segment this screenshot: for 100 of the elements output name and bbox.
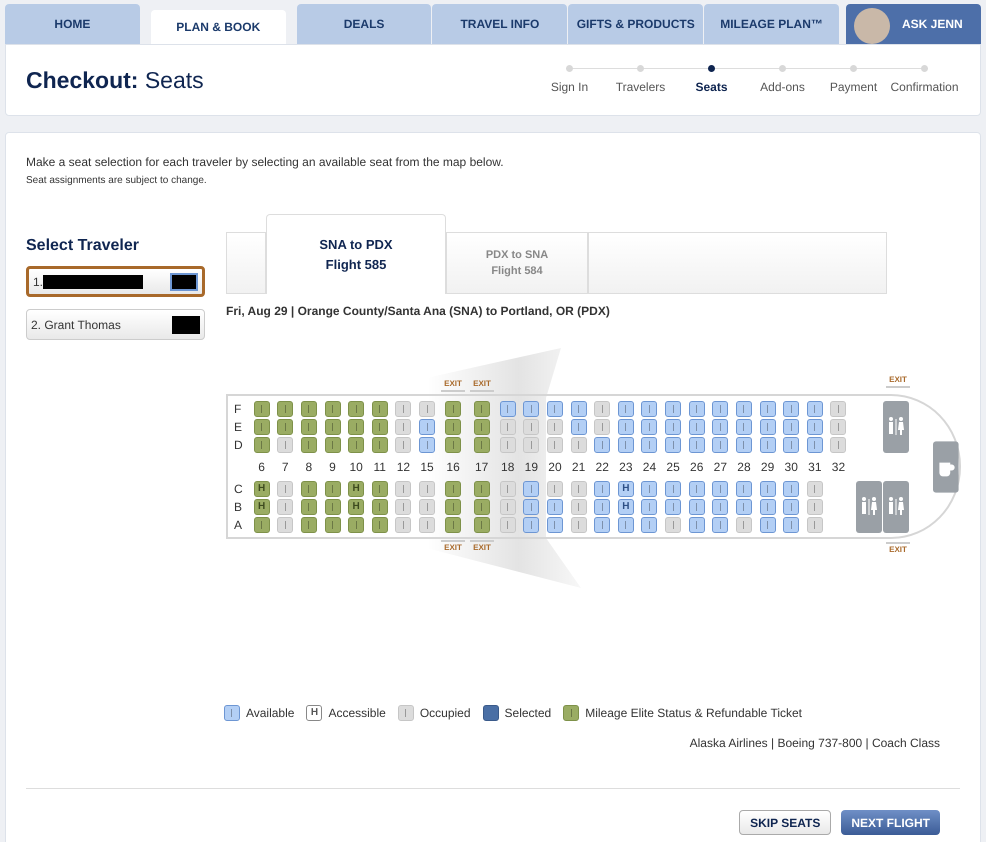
seat[interactable]	[760, 400, 776, 416]
seat[interactable]	[546, 498, 563, 514]
nav-tab[interactable]: PLAN & BOOK	[150, 10, 286, 44]
seat[interactable]	[665, 498, 682, 514]
step-label: Confirmation	[890, 78, 959, 96]
seat[interactable]	[760, 436, 776, 452]
seat[interactable]	[618, 436, 634, 452]
skip-seats-button[interactable]: SKIP SEATS	[739, 810, 832, 835]
seat[interactable]	[712, 516, 728, 532]
seat[interactable]	[688, 516, 705, 532]
exit-label: EXIT	[470, 540, 494, 554]
intro-text: Make a seat selection for each traveler by selecting an available seat from the map below.	[26, 154, 505, 171]
legend-seat-icon: H	[306, 705, 322, 721]
seat[interactable]	[736, 418, 752, 434]
seat[interactable]	[736, 436, 752, 452]
traveler-item[interactable]: 1.	[26, 266, 205, 297]
seat[interactable]	[594, 498, 610, 514]
aircraft-text: Alaska Airlines | Boeing 737-800 | Coach Class	[688, 735, 940, 752]
accessible-seat[interactable]: H	[618, 480, 634, 496]
seat-letter: C	[234, 480, 244, 498]
seat[interactable]	[736, 480, 752, 496]
traveler-item[interactable]: 2. Grant Thomas	[26, 309, 205, 340]
seat[interactable]	[712, 418, 728, 434]
nav-tab[interactable]: GIFTS & PRODUCTS	[568, 4, 704, 44]
redaction-block	[170, 272, 198, 290]
accessible-seat: H	[254, 480, 270, 496]
seat[interactable]	[688, 436, 705, 452]
seat[interactable]	[688, 400, 705, 416]
seat[interactable]	[641, 400, 658, 416]
seat[interactable]	[419, 418, 435, 434]
nav-tab[interactable]: DEALS	[296, 4, 432, 44]
seat[interactable]	[641, 480, 658, 496]
seat[interactable]	[641, 436, 658, 452]
seat[interactable]	[783, 480, 800, 496]
accessible-seat[interactable]: H	[618, 498, 634, 514]
seat[interactable]	[594, 436, 610, 452]
seat[interactable]	[760, 516, 776, 532]
seat[interactable]	[783, 400, 800, 416]
seat-letter: F	[234, 400, 242, 418]
seat[interactable]	[665, 480, 682, 496]
seat[interactable]	[806, 418, 823, 434]
flight-tab[interactable]: SNA to PDX Flight 585	[266, 214, 446, 294]
row-number: 15	[420, 458, 434, 476]
seat[interactable]	[688, 498, 705, 514]
seat[interactable]	[618, 516, 634, 532]
next-flight-button[interactable]: NEXT FLIGHT	[841, 810, 940, 835]
seat[interactable]	[783, 436, 800, 452]
redaction-block	[172, 316, 200, 334]
seat[interactable]	[570, 418, 587, 434]
seat[interactable]	[570, 400, 587, 416]
accessible-seat: H	[348, 480, 364, 496]
legend-label: Mileage Elite Status & Refundable Ticket	[585, 705, 802, 722]
seat[interactable]	[712, 480, 728, 496]
seat[interactable]	[760, 480, 776, 496]
seat[interactable]	[806, 400, 823, 416]
seat[interactable]	[783, 418, 800, 434]
row-number: 24	[642, 458, 656, 476]
step-label: Seats	[695, 78, 728, 96]
seat[interactable]	[712, 498, 728, 514]
seat[interactable]	[712, 400, 728, 416]
row-number: 8	[306, 458, 312, 476]
nav-tab[interactable]: MILEAGE PLAN™	[704, 4, 839, 44]
seat[interactable]	[665, 418, 682, 434]
step-label: Add-ons	[760, 78, 805, 96]
seat[interactable]	[641, 418, 658, 434]
seat[interactable]	[546, 516, 563, 532]
seat[interactable]	[523, 480, 540, 496]
seat[interactable]	[594, 516, 610, 532]
seat[interactable]	[419, 436, 435, 452]
seat[interactable]	[760, 498, 776, 514]
row-number: 9	[329, 458, 336, 476]
seat[interactable]	[688, 480, 705, 496]
seat[interactable]	[712, 436, 728, 452]
seat[interactable]	[783, 498, 800, 514]
seat[interactable]	[665, 400, 682, 416]
ask-jenn-button[interactable]: ASK JENN	[846, 4, 981, 44]
step-label: Travelers	[616, 78, 666, 96]
seat[interactable]	[760, 418, 776, 434]
seat[interactable]	[736, 498, 752, 514]
seat[interactable]	[618, 400, 634, 416]
row-number: 12	[396, 458, 410, 476]
seat[interactable]	[594, 480, 610, 496]
seat[interactable]	[641, 516, 658, 532]
seat[interactable]	[688, 418, 705, 434]
row-number: 6	[258, 458, 265, 476]
restroom-icon	[883, 400, 910, 452]
seat[interactable]	[523, 400, 540, 416]
seat[interactable]	[618, 418, 634, 434]
seat[interactable]	[665, 436, 682, 452]
seat[interactable]	[783, 516, 800, 532]
restroom-icon	[883, 480, 910, 532]
seat[interactable]	[546, 400, 563, 416]
seat[interactable]	[523, 498, 540, 514]
seat[interactable]	[523, 516, 540, 532]
seat[interactable]	[806, 436, 823, 452]
seat[interactable]	[736, 400, 752, 416]
seat[interactable]	[641, 498, 658, 514]
avatar-placeholder	[854, 8, 890, 44]
nav-tab[interactable]: HOME	[5, 4, 140, 44]
nav-tab[interactable]: TRAVEL INFO	[432, 4, 568, 44]
